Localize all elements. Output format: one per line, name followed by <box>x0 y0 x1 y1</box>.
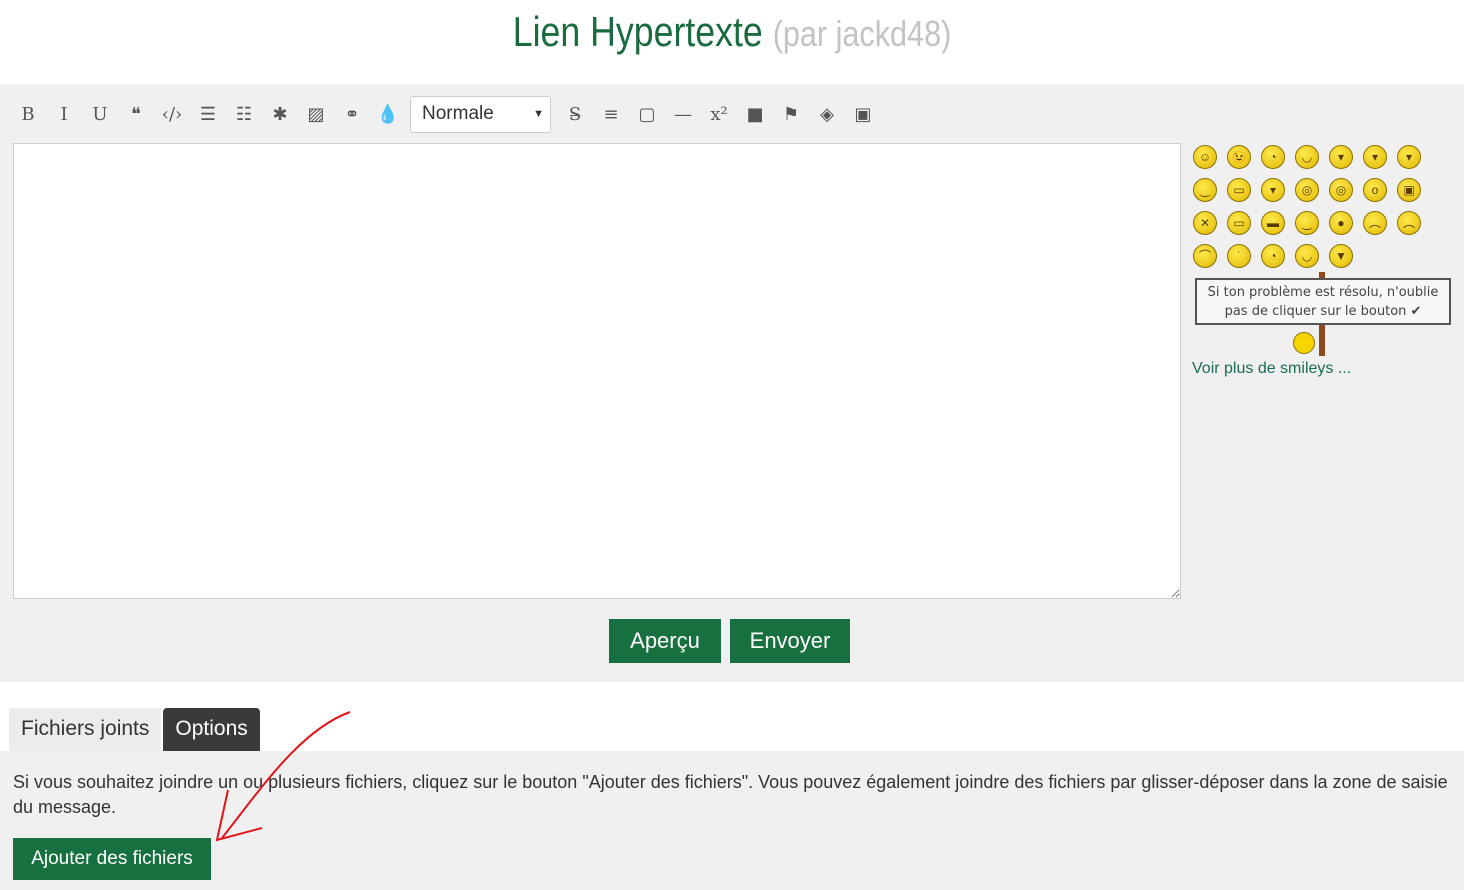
red-arrow-annotation <box>215 711 351 842</box>
